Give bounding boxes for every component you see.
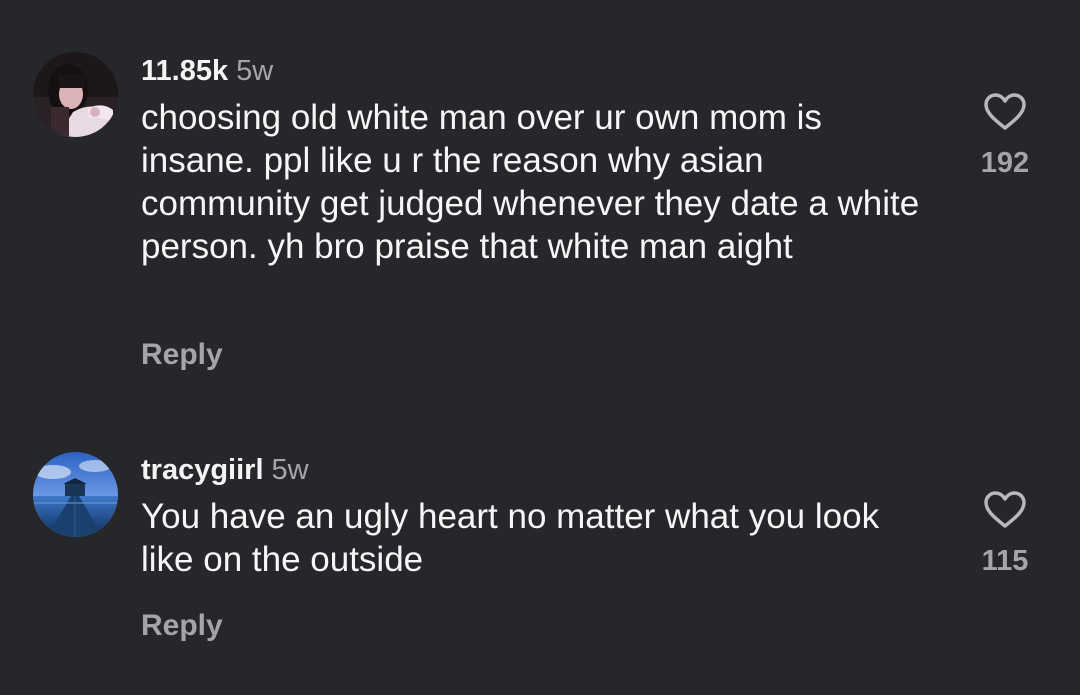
comment-text: You have an ugly heart no matter what yo… [141,497,880,579]
like-count: 192 [980,147,1030,179]
reply-button[interactable]: Reply [141,338,223,372]
like-count: 115 [981,545,1029,577]
reply-button[interactable]: Reply [141,609,223,643]
avatar-photo-pier [33,452,118,537]
comment-header: 11.85k 5w [141,53,921,89]
comment-item: tracygiirl 5w You have an ugly heart no m… [0,400,1080,695]
heart-outline-icon[interactable] [983,92,1027,132]
comment-username[interactable]: 11.85k [141,55,228,87]
comment-header: tracygiirl 5w [141,452,921,488]
comment-timestamp: 5w [236,55,274,87]
heart-outline-icon[interactable] [983,490,1027,530]
like-control: 115 [960,490,1050,578]
user-avatar[interactable] [33,52,118,137]
comment-body: tracygiirl 5w You have an ugly heart no m… [141,452,921,581]
comment-item: 11.85k 5w choosing old white man over ur … [0,0,1080,400]
comment-username[interactable]: tracygiirl [141,454,264,486]
avatar-photo-girl [33,52,118,137]
comment-text: choosing old white man over ur own mom i… [141,98,920,266]
comment-body: 11.85k 5w choosing old white man over ur … [141,53,921,268]
comment-timestamp: 5w [271,454,309,486]
like-control: 192 [960,92,1050,180]
user-avatar[interactable] [33,452,118,537]
